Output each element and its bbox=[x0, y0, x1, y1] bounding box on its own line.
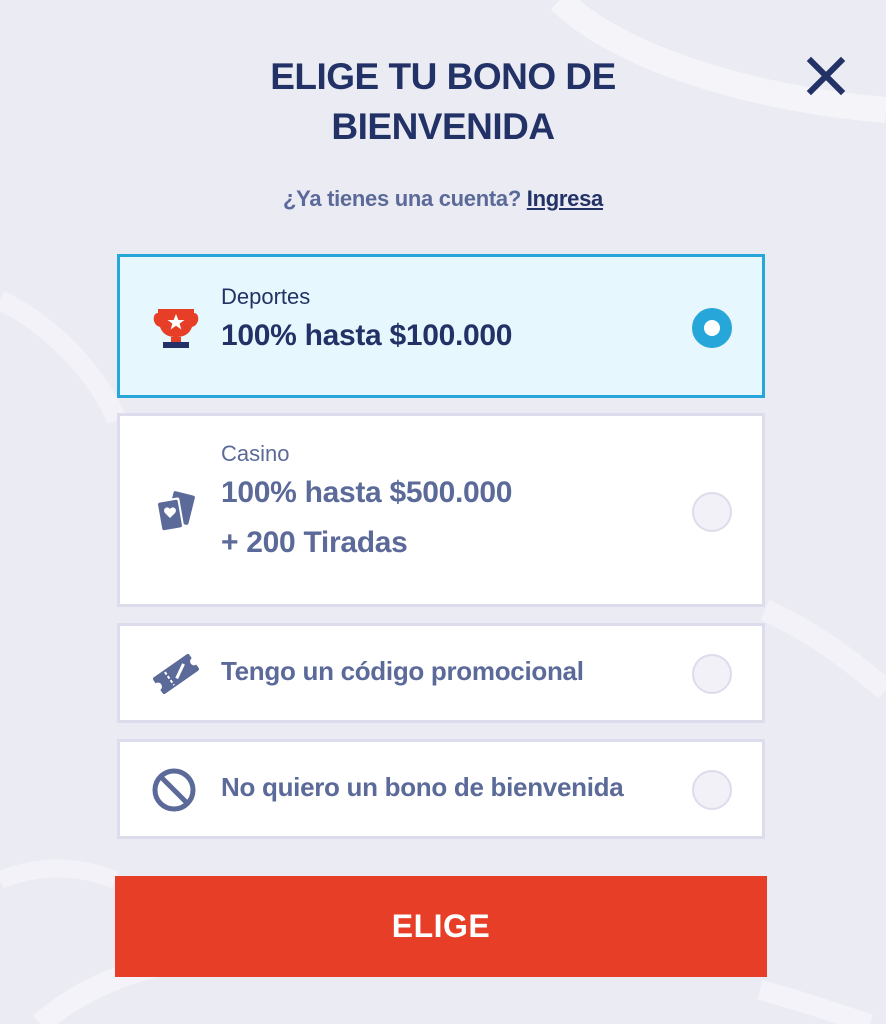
bonus-option-no-bonus[interactable]: No quiero un bono de bienvenida bbox=[117, 739, 765, 839]
modal-title-line1: ELIGE TU BONO DE bbox=[270, 56, 616, 97]
radio-unselected[interactable] bbox=[692, 770, 732, 810]
login-prompt-text: ¿Ya tienes una cuenta? bbox=[283, 186, 521, 211]
modal-title-line2: BIENVENIDA bbox=[331, 106, 555, 147]
option-category: Casino bbox=[221, 441, 290, 466]
option-offer: 100% hasta $500.000 bbox=[221, 476, 513, 509]
option-category: Deportes bbox=[221, 284, 311, 309]
radio-unselected[interactable] bbox=[692, 492, 732, 532]
trophy-icon bbox=[153, 309, 199, 348]
option-offer-extra: + 200 Tiradas bbox=[221, 526, 408, 559]
close-icon bbox=[806, 56, 846, 96]
bonus-option-promo-code[interactable]: Tengo un código promocional bbox=[117, 623, 765, 723]
bonus-option-sports[interactable]: Deportes 100% hasta $100.000 bbox=[117, 254, 765, 398]
radio-unselected[interactable] bbox=[692, 654, 732, 694]
choose-button[interactable]: ELIGE bbox=[115, 876, 767, 977]
close-button[interactable] bbox=[806, 56, 846, 96]
ticket-icon bbox=[153, 653, 199, 695]
login-prompt-line: ¿Ya tienes una cuenta? Ingresa bbox=[0, 186, 886, 212]
login-link[interactable]: Ingresa bbox=[527, 186, 603, 211]
bonus-option-casino[interactable]: Casino 100% hasta $500.000 + 200 Tiradas bbox=[117, 413, 765, 607]
cards-icon bbox=[155, 491, 195, 533]
prohibited-icon bbox=[152, 768, 196, 812]
modal-title: ELIGE TU BONO DE BIENVENIDA bbox=[0, 52, 886, 152]
option-label: No quiero un bono de bienvenida bbox=[221, 772, 624, 802]
option-offer: 100% hasta $100.000 bbox=[221, 319, 513, 352]
radio-selected[interactable] bbox=[692, 308, 732, 348]
option-label: Tengo un código promocional bbox=[221, 656, 584, 686]
